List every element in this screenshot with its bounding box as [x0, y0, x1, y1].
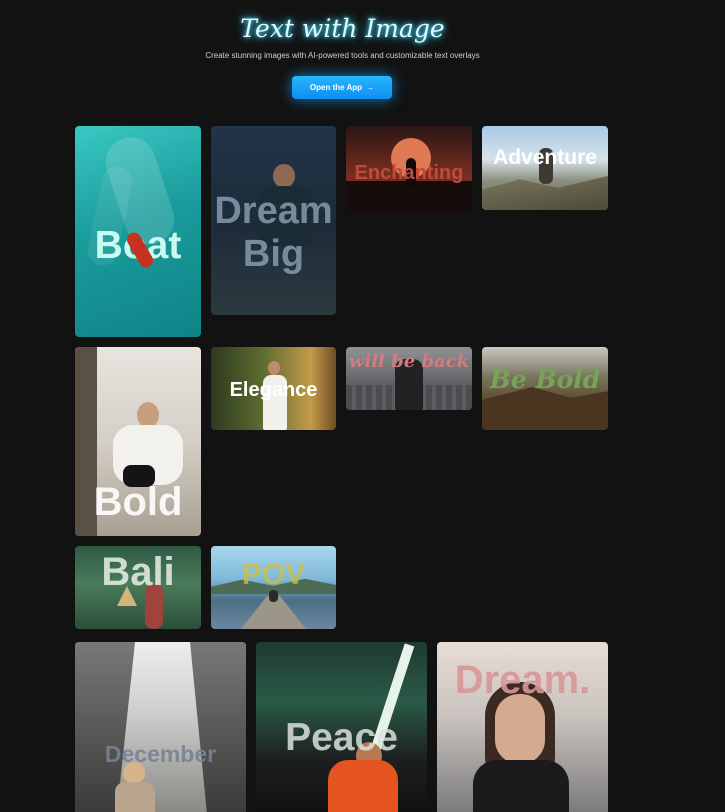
gallery-tile-december[interactable]: December — [75, 642, 246, 812]
gallery-tile-boat[interactable]: Boat — [75, 126, 201, 337]
tile-overlay-text: Be Bold — [489, 365, 601, 394]
gallery-tile-be-bold[interactable]: Be Bold — [482, 347, 608, 430]
gallery-tile-bali[interactable]: Bali — [75, 546, 201, 629]
tile-overlay-text: Dream Big — [214, 190, 333, 275]
tile-overlay-text: Peace — [285, 716, 398, 759]
tile-overlay-text: POV — [241, 558, 306, 591]
gallery-tile-adventure[interactable]: Adventure — [482, 126, 608, 210]
gallery-tile-pov[interactable]: POV — [211, 546, 336, 629]
open-app-button[interactable]: Open the App → — [292, 76, 392, 99]
tile-overlay-text: December — [104, 741, 217, 767]
gallery-tile-bold[interactable]: Bold — [75, 347, 201, 536]
gallery-tile-elegance[interactable]: Elegance — [211, 347, 336, 430]
page-title: Text with Image — [240, 14, 445, 43]
tile-overlay-text: Adventure — [493, 146, 597, 169]
tile-overlay-text: Bold — [93, 480, 183, 524]
tile-overlay-text: Enchanting — [354, 162, 464, 184]
gallery-tile-will-be-back[interactable]: will be back — [346, 347, 472, 410]
gallery-tile-dream-big[interactable]: Dream Big — [211, 126, 336, 315]
gallery-tile-dream[interactable]: Dream. — [437, 642, 608, 812]
tile-overlay-text: Elegance — [229, 379, 318, 401]
tile-overlay-text: Bali — [101, 550, 175, 594]
tile-overlay-text: Dream. — [454, 658, 591, 702]
gallery-tile-peace[interactable]: Peace — [256, 642, 427, 812]
hero-header: Text with Image Create stunning images w… — [0, 0, 725, 120]
gallery-tile-enchanting[interactable]: Enchanting — [346, 126, 472, 211]
open-app-button-label: Open the App — [309, 83, 363, 92]
arrow-right-icon: → — [366, 83, 375, 92]
page-subtitle: Create stunning images with AI-powered t… — [205, 51, 480, 60]
tile-overlay-text: will be back — [348, 351, 470, 372]
